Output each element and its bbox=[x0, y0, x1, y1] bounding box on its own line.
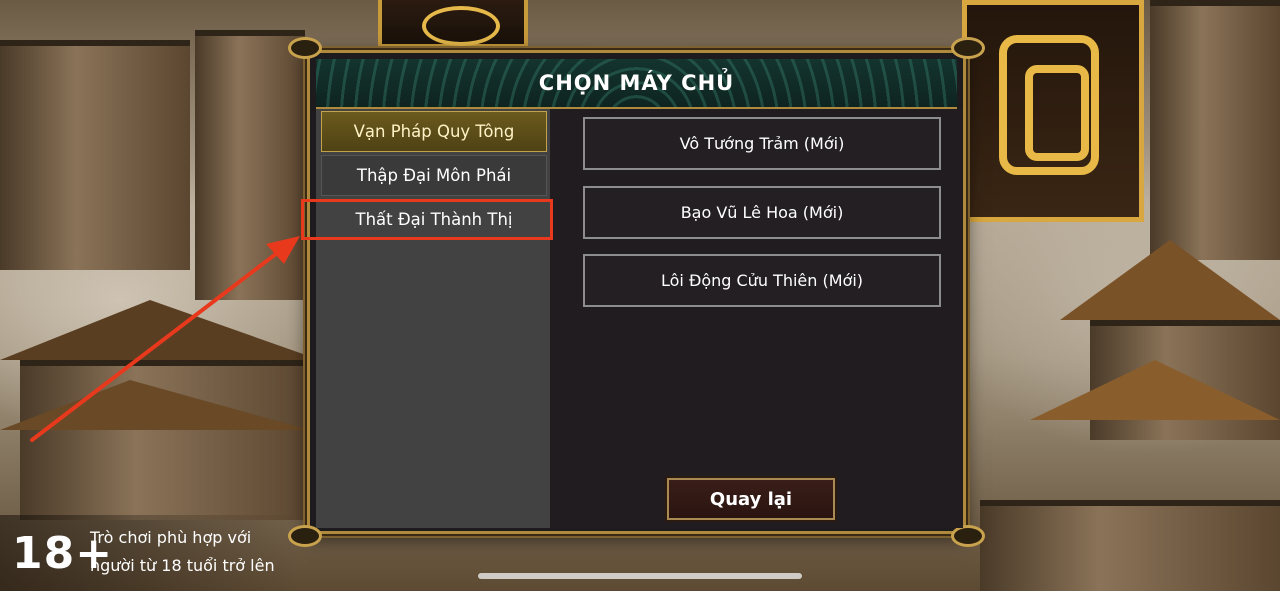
banner-right bbox=[962, 0, 1144, 222]
pagoda-left bbox=[0, 40, 190, 270]
back-button[interactable]: Quay lại bbox=[667, 478, 835, 520]
server-button-loi-dong-cuu-thien[interactable]: Lôi Động Cửu Thiên (Mới) bbox=[583, 254, 941, 307]
roof-right-lower bbox=[1030, 360, 1280, 420]
banner-top-left bbox=[378, 0, 528, 48]
server-list: Vô Tướng Trảm (Mới) Bạo Vũ Lê Hoa (Mới) … bbox=[550, 109, 963, 528]
server-button-label: Lôi Động Cửu Thiên (Mới) bbox=[660, 271, 863, 290]
age-notice-line-2: người từ 18 tuổi trở lên bbox=[90, 556, 275, 575]
roof-right bbox=[1060, 240, 1280, 320]
back-button-label: Quay lại bbox=[709, 488, 793, 510]
age-notice-text: Trò chơi phù hợp với người từ 18 tuổi tr… bbox=[90, 524, 275, 580]
server-select-dialog: CHỌN MÁY CHỦ Vạn Pháp Quy Tông Thập Đại … bbox=[288, 37, 985, 547]
server-button-vo-tuong-tram[interactable]: Vô Tướng Trảm (Mới) bbox=[583, 117, 941, 170]
dialog-header: CHỌN MÁY CHỦ bbox=[316, 59, 957, 109]
category-tab-label: Thập Đại Môn Phái bbox=[356, 166, 512, 185]
category-tab-van-phap-quy-tong[interactable]: Vạn Pháp Quy Tông bbox=[321, 111, 547, 152]
wall-bottom-right bbox=[980, 500, 1280, 591]
category-list: Vạn Pháp Quy Tông Thập Đại Môn Phái Thất… bbox=[316, 109, 550, 528]
corner-ornament-br bbox=[951, 525, 985, 547]
roof-left-lower bbox=[0, 380, 310, 430]
home-indicator[interactable] bbox=[478, 573, 802, 579]
server-button-label: Vô Tướng Trảm (Mới) bbox=[679, 134, 845, 153]
age-notice-line-1: Trò chơi phù hợp với bbox=[90, 528, 252, 547]
wall-right bbox=[1150, 0, 1280, 260]
category-tab-thap-dai-mon-phai[interactable]: Thập Đại Môn Phái bbox=[321, 155, 547, 196]
server-button-bao-vu-le-hoa[interactable]: Bạo Vũ Lê Hoa (Mới) bbox=[583, 186, 941, 239]
server-button-label: Bạo Vũ Lê Hoa (Mới) bbox=[680, 203, 844, 222]
corner-ornament-bl bbox=[288, 525, 322, 547]
corner-ornament-tl bbox=[288, 37, 322, 59]
category-tab-label: Vạn Pháp Quy Tông bbox=[353, 122, 515, 141]
annotation-highlight-box bbox=[301, 199, 553, 240]
pagoda-left-tall bbox=[195, 30, 305, 300]
roof-left bbox=[0, 300, 320, 360]
corner-ornament-tr bbox=[951, 37, 985, 59]
dialog-title: CHỌN MÁY CHỦ bbox=[538, 71, 735, 95]
